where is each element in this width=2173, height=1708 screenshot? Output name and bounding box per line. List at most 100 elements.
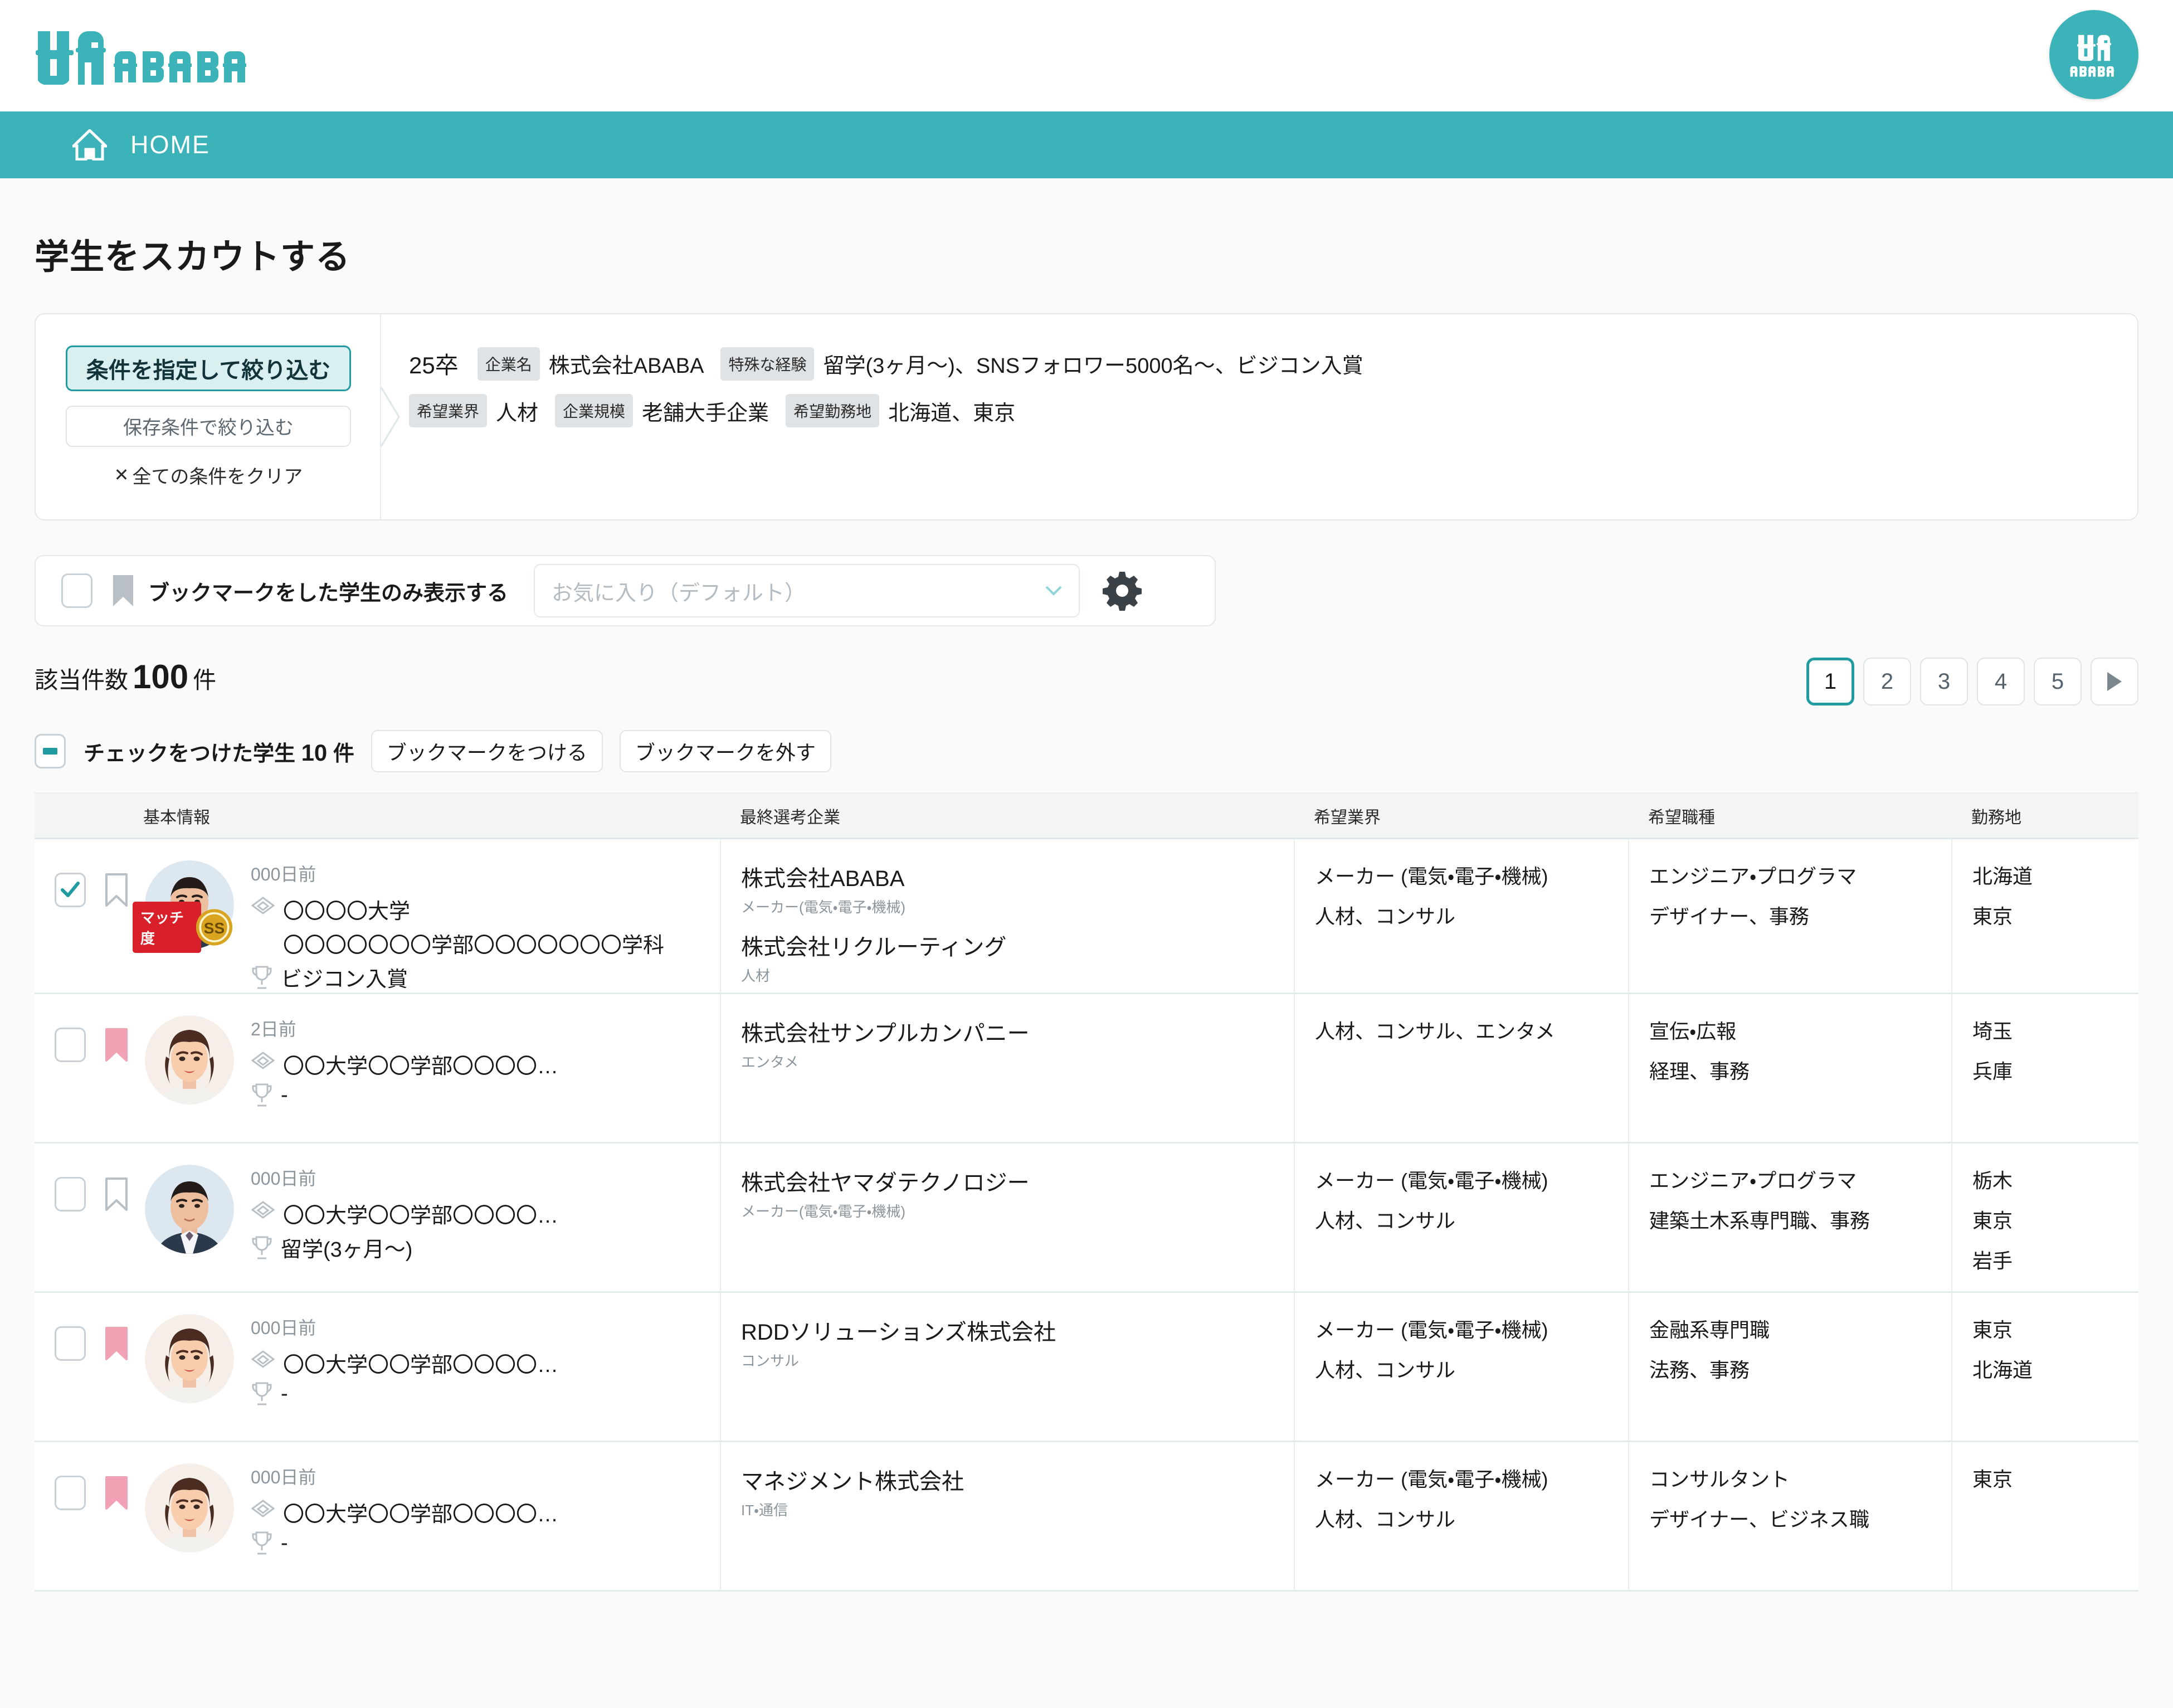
cell-desired-job: エンジニア・プログラマ デザイナー、事務 — [1628, 839, 1951, 992]
checked-count-value: 10 — [301, 739, 328, 766]
chip-value-industry: 人材 — [496, 401, 539, 425]
chip-key-experience: 特殊な経験 — [720, 347, 815, 381]
table-row[interactable]: マッチ度 SS 000日前 〇〇〇〇大学 〇〇〇〇〇〇〇学部〇〇〇〇〇〇〇学科 … — [35, 839, 2138, 994]
desired-industry-item: 人材、コンサル — [1315, 1359, 1456, 1381]
row-select-checkbox[interactable] — [55, 1028, 86, 1062]
bookmark-icon — [113, 575, 133, 606]
nav-item-home[interactable]: HOME — [130, 130, 210, 159]
department-name: 〇〇〇〇〇〇〇学部〇〇〇〇〇〇〇学科 — [283, 934, 665, 957]
cell-desired-industry: メーカー (電気・電子・機械) 人材、コンサル — [1294, 839, 1628, 992]
bookmark-filter-bar: ブックマークをした学生のみ表示する お気に入り（デフォルト） — [35, 555, 1216, 626]
table-body: マッチ度 SS 000日前 〇〇〇〇大学 〇〇〇〇〇〇〇学部〇〇〇〇〇〇〇学科 … — [35, 839, 2138, 1592]
company-industry: IT・通信 — [741, 1502, 788, 1519]
check-icon — [61, 882, 80, 897]
trophy-icon — [251, 965, 273, 990]
table-row[interactable]: 000日前 〇〇大学〇〇学部〇〇〇〇… - マネジメント株式会社 IT・通信 メ… — [35, 1442, 2138, 1592]
page-button-5[interactable]: 5 — [2034, 658, 2082, 705]
bookmark-icon[interactable] — [105, 1326, 128, 1361]
match-rank-medal-icon: SS — [196, 909, 233, 946]
result-count: 該当件数 100 件 — [35, 658, 216, 696]
student-photo-wrap — [145, 1314, 234, 1403]
desired-job-item: デザイナー、ビジネス職 — [1649, 1508, 1869, 1531]
cell-final-companies: 株式会社サンプルカンパニー エンタメ — [720, 994, 1294, 1142]
cell-desired-industry: メーカー (電気・電子・機械) 人材、コンサル — [1294, 1293, 1628, 1441]
graduation-cap-icon — [251, 1200, 275, 1225]
remove-bookmark-button[interactable]: ブックマークを外す — [619, 730, 831, 772]
row-select-checkbox[interactable] — [55, 1326, 86, 1361]
chip-key-company-size: 企業規模 — [555, 394, 634, 427]
table-row[interactable]: 2日前 〇〇大学〇〇学部〇〇〇〇… - 株式会社サンプルカンパニー エンタメ 人… — [35, 994, 2138, 1143]
table-row[interactable]: 000日前 〇〇大学〇〇学部〇〇〇〇… 留学(3ヶ月〜) 株式会社ヤマダテクノロ… — [35, 1143, 2138, 1293]
page-button-4[interactable]: 4 — [1977, 658, 2025, 705]
desired-industry-item: 人材、コンサル、エンタメ — [1315, 1020, 1555, 1043]
trophy-icon — [251, 1381, 273, 1406]
specify-conditions-button[interactable]: 条件を指定して絞り込む — [66, 345, 351, 391]
cell-basic-info: 000日前 〇〇大学〇〇学部〇〇〇〇… - — [35, 1442, 720, 1590]
row-select-checkbox[interactable] — [55, 873, 86, 907]
cell-work-location: 東京 — [1951, 1442, 2138, 1590]
cell-final-companies: 株式会社ヤマダテクノロジー メーカー(電気・電子・機械) — [720, 1143, 1294, 1291]
bookmark-icon[interactable] — [105, 1177, 128, 1211]
page-button-3[interactable]: 3 — [1920, 658, 1968, 705]
avatar-logo-wordmark-icon — [2070, 66, 2114, 77]
row-select-checkbox[interactable] — [55, 1476, 86, 1510]
avatar — [145, 1314, 234, 1403]
cell-work-location: 東京 北海道 — [1951, 1293, 2138, 1441]
cell-final-companies: 株式会社ABABA メーカー(電気・電子・機械) 株式会社リクルーティング 人材 — [720, 839, 1294, 992]
work-location-item: 兵庫 — [1972, 1060, 2013, 1083]
next-page-button[interactable] — [2091, 658, 2138, 705]
bookmark-icon[interactable] — [105, 1476, 128, 1510]
result-count-suffix: 件 — [193, 667, 217, 693]
desired-industry-item: メーカー (電気・電子・機械) — [1315, 1169, 1548, 1192]
table-row[interactable]: 000日前 〇〇大学〇〇学部〇〇〇〇… - RDDソリューションズ株式会社 コン… — [35, 1293, 2138, 1442]
desired-job-item: エンジニア・プログラマ — [1649, 1169, 1857, 1192]
bookmark-only-checkbox[interactable] — [61, 573, 92, 608]
cell-desired-job: エンジニア・プログラマ 建築土木系専門職、事務 — [1628, 1143, 1951, 1291]
desired-job-item: コンサルタント — [1649, 1468, 1790, 1491]
last-active-days: 000日前 — [251, 864, 316, 884]
cell-desired-job: コンサルタントデザイナー、ビジネス職 — [1628, 1442, 1951, 1590]
bookmark-icon[interactable] — [105, 1028, 128, 1062]
result-count-value: 100 — [133, 658, 189, 695]
clear-all-label: 全ての条件をクリア — [132, 466, 303, 488]
work-location-item: 北海道 — [1972, 865, 2033, 888]
active-filters: 25卒 企業名 株式会社ABABA 特殊な経験 留学(3ヶ月〜)、SNSフォロワ… — [381, 314, 2137, 519]
account-avatar[interactable] — [2049, 10, 2138, 99]
company-name: 株式会社ヤマダテクノロジー — [741, 1171, 1030, 1195]
student-photo-wrap — [145, 1463, 234, 1553]
brand-logo[interactable] — [35, 26, 257, 86]
graduation-cap-icon — [251, 1350, 275, 1374]
work-location-item: 東京 — [1972, 1209, 2013, 1232]
main-navigation: HOME — [0, 111, 2173, 178]
student-photo-wrap — [145, 1015, 234, 1104]
clear-all-conditions-button[interactable]: ✕ 全ての条件をクリア — [114, 461, 303, 489]
ababa-logo-mark-icon — [36, 31, 106, 85]
match-score-badge: マッチ度 SS — [133, 902, 234, 953]
desired-job-item: 経理、事務 — [1649, 1060, 1750, 1083]
add-bookmark-button[interactable]: ブックマークをつける — [371, 730, 603, 772]
match-score-label: マッチ度 — [133, 902, 202, 953]
avatar — [145, 1463, 234, 1553]
page-button-2[interactable]: 2 — [1863, 658, 1911, 705]
favorite-select[interactable]: お気に入り（デフォルト） — [534, 564, 1080, 617]
page-title: 学生をスカウトする — [35, 238, 351, 276]
avatar — [145, 1165, 234, 1254]
award-text: ビジコン入賞 — [281, 968, 408, 991]
saved-conditions-button[interactable]: 保存条件で絞り込む — [66, 405, 351, 447]
select-all-checkbox[interactable] — [35, 734, 66, 768]
company-name: 株式会社リクルーティング — [741, 935, 1007, 960]
company-name: RDDソリューションズ株式会社 — [741, 1320, 1056, 1345]
work-location-item: 岩手 — [1972, 1249, 2013, 1272]
home-icon[interactable] — [72, 129, 107, 160]
bookmark-icon[interactable] — [105, 873, 128, 907]
gear-icon[interactable] — [1102, 571, 1142, 611]
trophy-icon — [251, 1531, 273, 1555]
company-name: マネジメント株式会社 — [741, 1469, 964, 1494]
university-name: 〇〇大学〇〇学部〇〇〇〇… — [283, 1354, 559, 1377]
page-button-1[interactable]: 1 — [1806, 658, 1854, 705]
cell-basic-info: マッチ度 SS 000日前 〇〇〇〇大学 〇〇〇〇〇〇〇学部〇〇〇〇〇〇〇学科 … — [35, 839, 720, 992]
chevron-down-icon — [1045, 586, 1062, 596]
cell-desired-industry: メーカー (電気・電子・機械) 人材、コンサル — [1294, 1143, 1628, 1291]
row-select-checkbox[interactable] — [55, 1177, 86, 1211]
chip-key-company: 企業名 — [477, 347, 540, 381]
